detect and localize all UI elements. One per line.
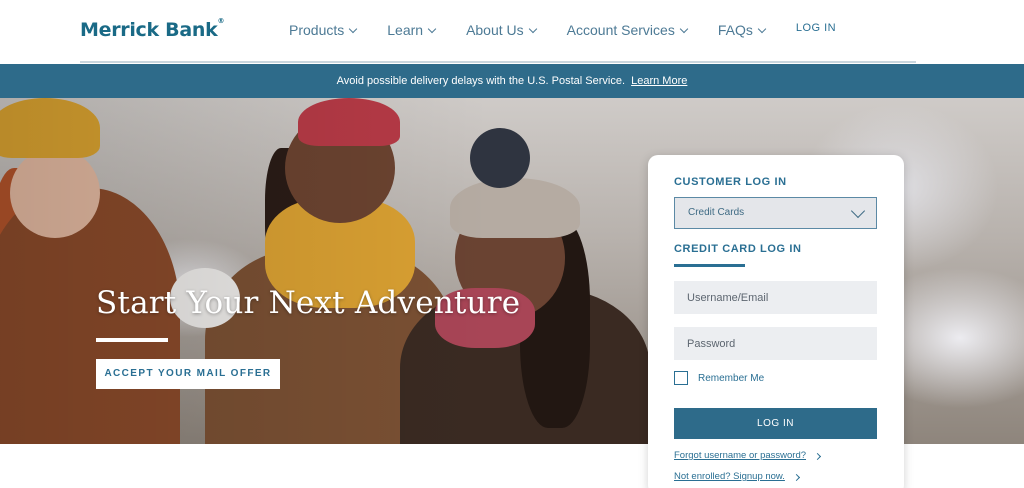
nav-item-about-us[interactable]: About Us — [466, 22, 537, 38]
forgot-credentials-link[interactable]: Forgot username or password? — [674, 450, 822, 461]
hero-overlay — [0, 98, 700, 444]
registered-mark: ® — [217, 17, 225, 25]
login-submit-button[interactable]: LOG IN — [674, 408, 877, 439]
signup-label: Not enrolled? Signup now. — [674, 471, 785, 482]
nav-item-label: Learn — [387, 22, 424, 38]
main-nav: Products Learn About Us Account Services… — [289, 22, 836, 38]
chevron-down-icon — [427, 24, 437, 33]
accept-mail-offer-button[interactable]: ACCEPT YOUR MAIL OFFER — [96, 359, 280, 389]
nav-item-label: Products — [289, 22, 345, 38]
nav-item-label: About Us — [466, 22, 524, 38]
alert-text: Avoid possible delivery delays with the … — [336, 75, 626, 87]
alert-learn-more-link[interactable]: Learn More — [631, 75, 687, 87]
nav-item-learn[interactable]: Learn — [387, 22, 437, 38]
password-input[interactable] — [674, 327, 877, 360]
logo-text: Merrick Bank — [80, 19, 218, 41]
chevron-right-icon — [813, 452, 822, 461]
nav-item-label: Account Services — [566, 22, 675, 38]
username-input[interactable] — [674, 281, 877, 314]
hero-title-underline — [96, 338, 168, 342]
chevron-down-icon — [528, 24, 537, 33]
remember-me-label: Remember Me — [698, 372, 765, 384]
signup-link[interactable]: Not enrolled? Signup now. — [674, 471, 800, 482]
chevron-right-icon — [792, 473, 800, 482]
subheading-underline — [674, 264, 745, 267]
forgot-credentials-label: Forgot username or password? — [674, 450, 807, 461]
nav-item-faqs[interactable]: FAQs — [717, 22, 767, 38]
header-divider — [80, 61, 916, 63]
remember-me-checkbox[interactable] — [674, 371, 688, 385]
page: Merrick Bank® Products Learn About Us Ac… — [0, 0, 1024, 488]
nav-login-link[interactable]: LOG IN — [796, 22, 836, 34]
merrick-bank-logo[interactable]: Merrick Bank® — [80, 17, 225, 41]
hero-title: Start Your Next Adventure — [96, 285, 521, 321]
chevron-down-icon — [679, 24, 689, 33]
nav-item-label: FAQs — [717, 22, 753, 38]
login-card-heading: CUSTOMER LOG IN — [674, 176, 787, 188]
remember-me-toggle[interactable]: Remember Me — [674, 371, 764, 385]
credit-card-login-heading: CREDIT CARD LOG IN — [674, 243, 802, 255]
account-type-value: Credit Cards — [688, 207, 745, 218]
chevron-down-icon — [757, 24, 767, 33]
nav-item-account-services[interactable]: Account Services — [566, 22, 689, 38]
customer-login-card: CUSTOMER LOG IN Credit Cards CREDIT CARD… — [648, 155, 904, 488]
site-header: Merrick Bank® Products Learn About Us Ac… — [0, 0, 1024, 63]
chevron-down-icon — [850, 203, 866, 219]
account-type-select[interactable]: Credit Cards — [674, 197, 877, 229]
alert-banner: Avoid possible delivery delays with the … — [0, 64, 1024, 98]
chevron-down-icon — [349, 24, 358, 33]
nav-item-products[interactable]: Products — [289, 22, 358, 38]
